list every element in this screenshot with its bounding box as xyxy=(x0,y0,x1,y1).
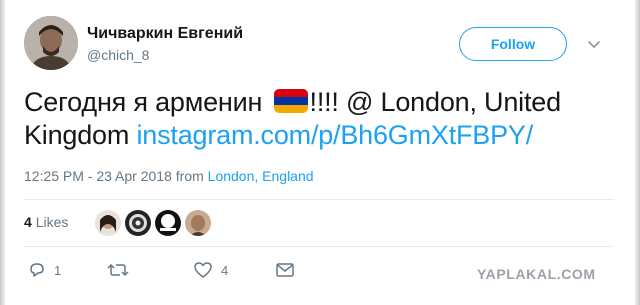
tweet-text: Сегодня я арменин !!!! @ London, United … xyxy=(24,86,614,152)
follow-button[interactable]: Follow xyxy=(459,27,567,61)
flag-stripe-red xyxy=(273,89,308,97)
direct-message-button[interactable] xyxy=(275,258,295,282)
chevron-down-icon[interactable] xyxy=(588,40,600,50)
author-display-name[interactable]: Чичваркин Евгений xyxy=(87,25,243,43)
heart-icon xyxy=(194,262,212,278)
flag-stripe-blue xyxy=(273,97,308,105)
frame-left-edge xyxy=(0,0,5,305)
avatar-image xyxy=(24,16,78,70)
likes-number: 4 xyxy=(24,214,32,230)
frame-right-edge xyxy=(635,0,640,305)
liker-avatar[interactable] xyxy=(95,210,121,236)
reply-icon xyxy=(30,263,44,277)
timestamp-location[interactable]: London, England xyxy=(208,168,314,184)
liker-avatar-image xyxy=(95,210,121,236)
retweet-button[interactable] xyxy=(107,258,137,282)
flag-stripe-orange xyxy=(273,105,308,113)
divider-bottom xyxy=(24,246,614,247)
liker-avatar-image xyxy=(185,210,211,236)
timestamp-time[interactable]: 12:25 PM - 23 Apr 2018 xyxy=(24,168,172,184)
author-avatar[interactable] xyxy=(24,16,78,70)
tweet-text-main: Сегодня я арменин xyxy=(24,87,263,117)
reply-button[interactable]: 1 xyxy=(28,258,61,282)
author-handle[interactable]: @chich_8 xyxy=(87,47,149,63)
retweet-icon xyxy=(107,263,129,277)
timestamp-from: from xyxy=(175,168,204,184)
liker-avatar[interactable] xyxy=(155,210,181,236)
like-button[interactable]: 4 xyxy=(193,258,228,282)
liker-avatar-image xyxy=(155,210,181,236)
like-count: 4 xyxy=(221,262,229,278)
site-watermark: YAPLAKAL.COM xyxy=(477,266,596,282)
liker-avatar[interactable] xyxy=(125,210,151,236)
divider-top xyxy=(24,199,614,200)
armenia-flag-emoji xyxy=(273,89,308,113)
tweet-card: Чичваркин Евгений @chich_8 Follow Сегодн… xyxy=(0,0,640,305)
liker-avatar-image xyxy=(125,210,151,236)
liker-avatar[interactable] xyxy=(185,210,211,236)
envelope-icon xyxy=(276,263,294,277)
reply-count: 1 xyxy=(54,262,62,278)
likes-label: Likes xyxy=(35,214,69,230)
tweet-link[interactable]: instagram.com/p/Bh6GmXtFBPY/ xyxy=(136,120,533,150)
tweet-timestamp: 12:25 PM - 23 Apr 2018 from London, Engl… xyxy=(24,168,314,184)
likes-count[interactable]: 4 Likes xyxy=(24,214,68,230)
